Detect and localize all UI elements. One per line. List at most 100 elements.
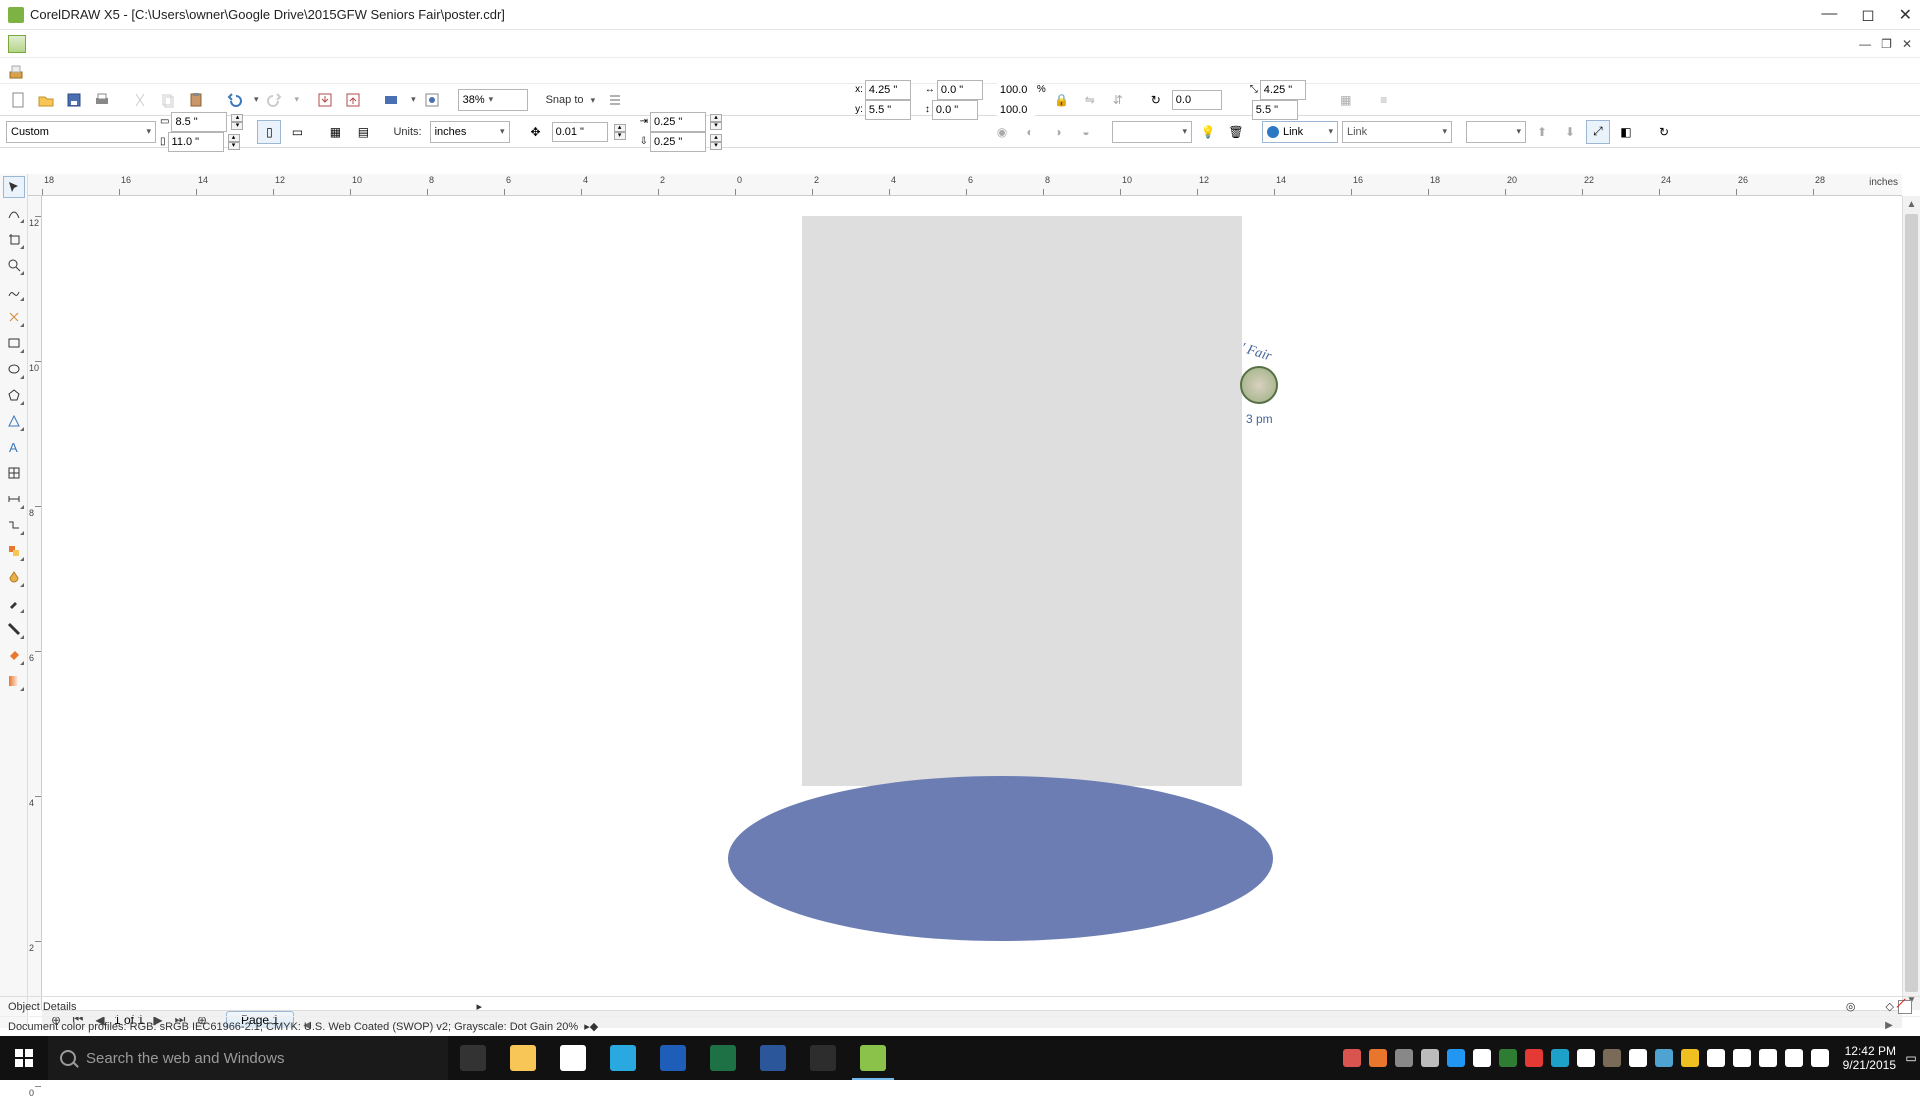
tray-icon-12[interactable]	[1655, 1049, 1673, 1067]
start-button[interactable]	[0, 1036, 48, 1080]
size-w-field[interactable]: 0.0 "	[937, 80, 983, 100]
size-h-field[interactable]: 0.0 "	[932, 100, 978, 120]
horizontal-ruler[interactable]: 181614121086420246810121416182022242628 …	[28, 174, 1902, 196]
taskbar-app-file-explorer[interactable]	[498, 1036, 548, 1080]
all-pages-button[interactable]: ▦	[323, 120, 347, 144]
tray-icon-9[interactable]	[1577, 1049, 1595, 1067]
taskbar-app-task-view[interactable]	[448, 1036, 498, 1080]
hint-icon[interactable]: 💡	[1196, 120, 1220, 144]
v-scroll-thumb[interactable]	[1905, 214, 1918, 992]
shape-tool[interactable]	[3, 202, 25, 224]
page-width-field[interactable]: 8.5 "	[171, 112, 227, 132]
save-button[interactable]	[62, 88, 86, 112]
scale-x-field[interactable]: 100.0	[997, 80, 1035, 100]
table-tool[interactable]	[3, 462, 25, 484]
zoom-tool[interactable]	[3, 254, 25, 276]
blue-ellipse-object[interactable]	[728, 776, 1273, 941]
mirror-v-icon[interactable]: ⇵	[1106, 88, 1130, 112]
rotation-field[interactable]: 0.0	[1172, 90, 1222, 110]
tray-icon-17[interactable]	[1785, 1049, 1803, 1067]
outline-width-combo[interactable]: ▾	[1466, 121, 1526, 143]
rectangle-tool[interactable]	[3, 332, 25, 354]
fill-swatch-icon[interactable]: ◇	[1886, 1000, 1894, 1013]
tray-icon-6[interactable]	[1499, 1049, 1517, 1067]
page-height-field[interactable]: 11.0 "	[168, 132, 224, 152]
smart-fill-tool[interactable]	[3, 306, 25, 328]
taskbar-clock[interactable]: 12:42 PM 9/21/2015	[1837, 1044, 1902, 1072]
lock-ratio-icon[interactable]: 🔒	[1050, 88, 1074, 112]
transparency-tool[interactable]	[3, 566, 25, 588]
tray-icon-14[interactable]	[1707, 1049, 1725, 1067]
minimize-button[interactable]: —	[1821, 5, 1837, 25]
interactive-fill-tool[interactable]	[3, 670, 25, 692]
tray-icon-10[interactable]	[1603, 1049, 1621, 1067]
undo-button[interactable]	[222, 88, 246, 112]
mdi-restore-button[interactable]: ❐	[1881, 37, 1892, 51]
fill-tool[interactable]	[3, 644, 25, 666]
convert-icon[interactable]: ↻	[1652, 120, 1676, 144]
notifications-button[interactable]: ▭	[1902, 1051, 1920, 1065]
bookmark-combo[interactable]: Link▾	[1342, 121, 1452, 143]
misc-btn-1[interactable]: ▦	[1334, 88, 1358, 112]
scale-y-field[interactable]: 100.0	[997, 100, 1035, 120]
taskbar-app-excel[interactable]	[698, 1036, 748, 1080]
tray-icon-1[interactable]	[1369, 1049, 1387, 1067]
outline-tool[interactable]	[3, 618, 25, 640]
dup-offset-x-field[interactable]: 0.25 "	[650, 112, 706, 132]
paste-button[interactable]	[184, 88, 208, 112]
pick-tool[interactable]	[3, 176, 25, 198]
no-fill-swatch[interactable]	[1898, 1000, 1912, 1014]
freehand-tool[interactable]	[3, 280, 25, 302]
to-front-icon[interactable]: ⬆	[1530, 120, 1554, 144]
text-tool[interactable]: A	[3, 436, 25, 458]
scroll-up-button[interactable]: ▲	[1903, 196, 1920, 214]
tray-icon-15[interactable]	[1733, 1049, 1751, 1067]
nudge-field[interactable]: 0.01 "	[552, 122, 608, 142]
options-button[interactable]	[603, 88, 627, 112]
fair-artwork-group[interactable]: ' Fair 3 pm	[1240, 346, 1278, 426]
taskbar-app-coreldraw[interactable]	[848, 1036, 898, 1080]
outline-swatch-icon[interactable]: ◆	[590, 1020, 598, 1033]
pos-y-field[interactable]: 5.5 "	[865, 100, 911, 120]
basic-shapes-tool[interactable]	[3, 410, 25, 432]
taskbar-search[interactable]: Search the web and Windows	[48, 1036, 448, 1080]
taskbar-app-obs[interactable]	[798, 1036, 848, 1080]
wrap-combo[interactable]: ▾	[1112, 121, 1192, 143]
tray-icon-16[interactable]	[1759, 1049, 1777, 1067]
close-button[interactable]: ✕	[1899, 5, 1912, 25]
tray-icon-13[interactable]	[1681, 1049, 1699, 1067]
tray-icon-3[interactable]	[1421, 1049, 1439, 1067]
tray-icon-18[interactable]	[1811, 1049, 1829, 1067]
maximize-button[interactable]: ◻	[1861, 5, 1874, 25]
polygon-tool[interactable]	[3, 384, 25, 406]
landscape-button[interactable]: ▭	[285, 120, 309, 144]
page-preset-combo[interactable]: Custom▾	[6, 121, 156, 143]
tray-icon-8[interactable]	[1551, 1049, 1569, 1067]
interactive-blend-tool[interactable]	[3, 540, 25, 562]
treat-as-filled-icon[interactable]: ◧	[1614, 120, 1638, 144]
drawing-viewport[interactable]: ' Fair 3 pm	[42, 196, 1902, 1010]
snap-toggle-icon[interactable]: ⤢	[1586, 120, 1610, 144]
misc-btn-2[interactable]: ≡	[1372, 88, 1396, 112]
taskbar-app-skype[interactable]	[598, 1036, 648, 1080]
dup-y-field[interactable]: 5.5 "	[1252, 100, 1298, 120]
undo-dropdown[interactable]: ▾	[254, 94, 259, 105]
context-icon[interactable]	[8, 62, 26, 80]
dimension-tool[interactable]	[3, 488, 25, 510]
welcome-button[interactable]	[420, 88, 444, 112]
import-button[interactable]	[313, 88, 337, 112]
to-back-icon[interactable]: ⬇	[1558, 120, 1582, 144]
portrait-button[interactable]: ▯	[257, 120, 281, 144]
tray-icon-0[interactable]	[1343, 1049, 1361, 1067]
tray-icon-4[interactable]	[1447, 1049, 1465, 1067]
vertical-scrollbar[interactable]: ▲ ▼	[1902, 196, 1920, 1010]
proof-colors-icon[interactable]: ◎	[1846, 1000, 1856, 1013]
app-launcher-button[interactable]	[379, 88, 403, 112]
new-button[interactable]	[6, 88, 30, 112]
pos-x-field[interactable]: 4.25 "	[865, 80, 911, 100]
tray-icon-2[interactable]	[1395, 1049, 1413, 1067]
mirror-h-icon[interactable]: ⇋	[1078, 88, 1102, 112]
eyedropper-tool[interactable]	[3, 592, 25, 614]
internet-link-combo[interactable]: Link▾	[1262, 121, 1338, 143]
snap-to-button[interactable]: Snap to ▾	[546, 94, 596, 106]
